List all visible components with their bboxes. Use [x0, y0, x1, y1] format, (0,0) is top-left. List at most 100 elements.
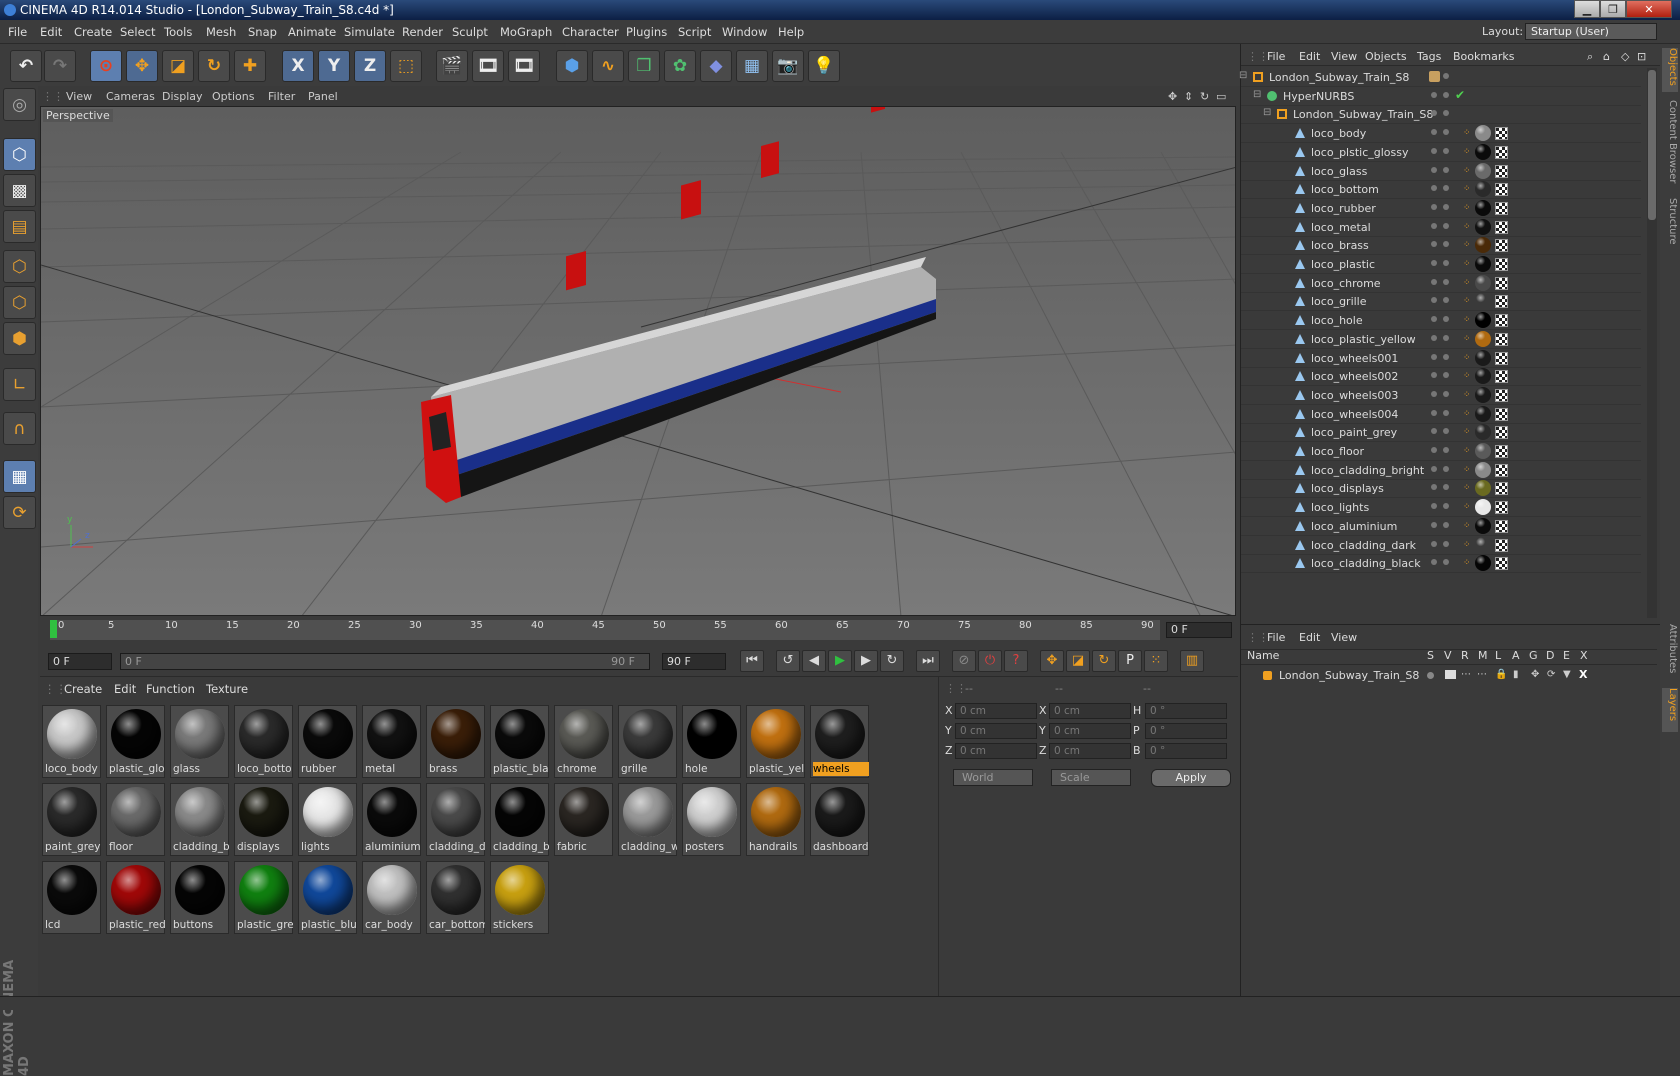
rotate-tool-button[interactable]: ↻	[198, 50, 230, 82]
material-swatch[interactable]: floor	[106, 783, 165, 856]
texture-tag-icon[interactable]	[1475, 499, 1491, 516]
phong-tag-icon[interactable]: ⁘	[1463, 446, 1471, 456]
material-swatch[interactable]: dashboard	[810, 783, 869, 856]
render-visibility-icon[interactable]	[1443, 241, 1449, 248]
add-spline-button[interactable]: ∿	[592, 50, 624, 82]
editor-visibility-icon[interactable]	[1431, 447, 1437, 453]
texture-tag-icon[interactable]	[1475, 293, 1491, 310]
object-row[interactable]: loco_bottom ⁘	[1241, 180, 1641, 200]
phong-tag-icon[interactable]: ⁘	[1463, 427, 1471, 437]
add-deformer-button[interactable]: ◆	[700, 50, 732, 82]
material-menu-texture[interactable]: Texture	[206, 682, 248, 696]
uvw-tag-icon[interactable]	[1495, 201, 1508, 215]
menu-snap[interactable]: Snap	[248, 25, 277, 39]
viewport-menu-cameras[interactable]: Cameras	[106, 90, 155, 103]
editor-visibility-icon[interactable]	[1431, 409, 1437, 416]
material-swatch[interactable]: loco_body	[42, 705, 101, 778]
next-frame-button[interactable]: ▶	[854, 650, 878, 672]
render-visibility-icon[interactable]	[1443, 185, 1449, 192]
axis-mode-button[interactable]: ∟	[3, 368, 36, 401]
material-swatch[interactable]: lights	[298, 783, 357, 856]
layer-color-icon[interactable]	[1429, 71, 1440, 82]
uvw-tag-icon[interactable]	[1495, 351, 1508, 365]
texture-tag-icon[interactable]	[1475, 461, 1491, 478]
preview-range-slider[interactable]: 0 F 90 F	[120, 653, 650, 670]
size-y-field[interactable]: 0 cm	[1049, 723, 1131, 739]
layer-header-col[interactable]: X	[1580, 649, 1588, 662]
pos-z-field[interactable]: 0 cm	[955, 743, 1037, 759]
phong-tag-icon[interactable]: ⁘	[1463, 184, 1471, 194]
editor-visibility-icon[interactable]	[1431, 91, 1437, 98]
editor-visibility-icon[interactable]	[1431, 129, 1437, 136]
add-nurbs-button[interactable]: ❒	[628, 50, 660, 82]
render-visibility-icon[interactable]	[1443, 503, 1449, 510]
editor-visibility-icon[interactable]	[1431, 540, 1437, 547]
material-swatch[interactable]: grille	[618, 705, 677, 778]
autokeying-button[interactable]: ⏻	[978, 650, 1002, 672]
layer-header-col[interactable]: A	[1512, 649, 1520, 662]
object-row[interactable]: loco_floor ⁘	[1241, 442, 1641, 461]
material-swatch[interactable]: car_bottom	[426, 861, 485, 934]
size-x-field[interactable]: 0 cm	[1049, 703, 1131, 719]
layout-dropdown[interactable]: Startup (User)	[1525, 23, 1657, 40]
layer-expression-icon[interactable]: ▼	[1563, 669, 1571, 680]
render-visibility-icon[interactable]	[1443, 447, 1449, 453]
layer-deformer-icon[interactable]: ⟳	[1547, 669, 1555, 680]
phong-tag-icon[interactable]: ⁘	[1463, 222, 1471, 232]
texture-tag-icon[interactable]	[1475, 330, 1491, 347]
object-row-hn[interactable]: ⊟ HyperNURBS ✔	[1241, 87, 1641, 106]
object-row[interactable]: loco_wheels002 ⁘	[1241, 367, 1641, 387]
material-swatch[interactable]: fabric	[554, 783, 613, 856]
layer-header-col[interactable]: D	[1546, 649, 1554, 662]
editor-visibility-icon[interactable]	[1431, 260, 1437, 266]
phong-tag-icon[interactable]: ⁘	[1463, 521, 1471, 531]
new-window-icon[interactable]: ⊡	[1637, 50, 1646, 63]
apply-button[interactable]: Apply	[1151, 769, 1231, 787]
material-swatch[interactable]: aluminium	[362, 783, 421, 856]
render-visibility-icon[interactable]	[1443, 91, 1449, 98]
menu-select[interactable]: Select	[120, 25, 155, 39]
viewport-zoom-icon[interactable]: ⇕	[1184, 90, 1193, 103]
maximize-button[interactable]: ❐	[1600, 0, 1626, 18]
material-swatch[interactable]: stickers	[490, 861, 549, 934]
keyframe-selection-button[interactable]: ?	[1004, 650, 1028, 672]
layer-header-col[interactable]: M	[1478, 649, 1488, 662]
recent-tool-button[interactable]: ✚	[234, 50, 266, 82]
editor-visibility-icon[interactable]	[1431, 521, 1437, 528]
object-row[interactable]: loco_hole ⁘	[1241, 311, 1641, 331]
layer-animation-icon[interactable]: ▮	[1513, 669, 1519, 680]
object-row[interactable]: loco_metal ⁘	[1241, 218, 1641, 237]
texture-tag-icon[interactable]	[1475, 125, 1491, 142]
texture-tag-icon[interactable]	[1475, 349, 1491, 366]
layer-visible-icon[interactable]	[1445, 670, 1456, 679]
layer-header-col[interactable]: V	[1444, 649, 1452, 662]
editor-visibility-icon[interactable]	[1431, 316, 1437, 323]
menu-edit[interactable]: Edit	[40, 25, 62, 39]
phong-tag-icon[interactable]: ⁘	[1463, 203, 1471, 213]
size-z-field[interactable]: 0 cm	[1049, 743, 1131, 759]
material-swatch[interactable]: plastic_yell	[746, 705, 805, 778]
uvw-tag-icon[interactable]	[1495, 220, 1508, 234]
objects-menu-file[interactable]: File	[1267, 50, 1285, 63]
tab-layers[interactable]: Layers	[1662, 688, 1678, 732]
object-row[interactable]: loco_chrome ⁘	[1241, 274, 1641, 293]
render-visibility-icon[interactable]	[1443, 465, 1449, 472]
render-visibility-icon[interactable]	[1443, 540, 1449, 547]
texture-tag-icon[interactable]	[1475, 536, 1491, 553]
menu-render[interactable]: Render	[402, 25, 443, 39]
texture-tag-icon[interactable]	[1475, 237, 1491, 254]
uvw-tag-icon[interactable]	[1495, 426, 1508, 440]
material-swatch[interactable]: chrome	[554, 705, 613, 778]
objects-menu-edit[interactable]: Edit	[1299, 50, 1320, 63]
material-swatch[interactable]: cladding_b	[170, 783, 229, 856]
search-icon[interactable]: ⌕	[1587, 50, 1593, 64]
phong-tag-icon[interactable]: ⁘	[1463, 558, 1471, 568]
layer-header-col[interactable]: L	[1495, 649, 1501, 662]
material-swatch[interactable]: paint_grey	[42, 783, 101, 856]
phong-tag-icon[interactable]: ⁘	[1463, 166, 1471, 176]
material-swatch[interactable]: cladding_d	[426, 783, 485, 856]
render-visibility-icon[interactable]	[1443, 334, 1449, 341]
texture-mode-button[interactable]: ▩	[3, 174, 36, 207]
rot-h-field[interactable]: 0 °	[1145, 703, 1227, 719]
editor-visibility-icon[interactable]	[1431, 353, 1437, 360]
